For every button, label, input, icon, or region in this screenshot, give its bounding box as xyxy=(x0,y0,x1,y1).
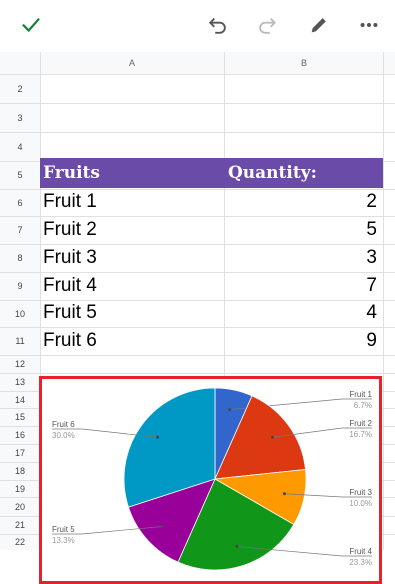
select-all-corner[interactable] xyxy=(0,52,40,74)
slice-label: Fruit 6 xyxy=(52,420,75,429)
leader-dot xyxy=(160,524,164,528)
more-horizontal-icon[interactable] xyxy=(352,8,386,42)
leader-dot xyxy=(156,435,160,439)
cell-a8[interactable]: Fruit 5 xyxy=(40,300,224,326)
row-header-14[interactable]: 14 xyxy=(0,391,40,408)
pencil-icon[interactable] xyxy=(302,8,336,42)
slice-percent-label: 13.3% xyxy=(52,536,75,545)
checkmark-icon[interactable] xyxy=(14,8,48,42)
row-header-13[interactable]: 13 xyxy=(0,373,40,391)
table-header-row: Fruits Quantity: xyxy=(40,158,383,188)
slice-percent-label: 10.0% xyxy=(349,499,372,508)
quantity-header[interactable]: Quantity: xyxy=(228,158,317,188)
row-header-9[interactable]: 9 xyxy=(0,272,40,300)
cell-b5[interactable]: 5 xyxy=(225,216,383,243)
row-header-4[interactable]: 4 xyxy=(0,132,40,161)
grid-line xyxy=(0,74,395,75)
row-header-12[interactable]: 12 xyxy=(0,355,40,373)
slice-label: Fruit 4 xyxy=(349,547,372,556)
grid-line xyxy=(0,103,395,104)
slice-percent-label: 16.7% xyxy=(349,430,372,439)
cell-b9[interactable]: 9 xyxy=(225,327,383,354)
cell-a9[interactable]: Fruit 6 xyxy=(40,327,224,354)
row-header-5[interactable]: 5 xyxy=(0,161,40,189)
row-header-18[interactable]: 18 xyxy=(0,462,40,480)
cell-b7[interactable]: 7 xyxy=(225,272,383,299)
redo-icon[interactable] xyxy=(250,8,284,42)
leader-dot xyxy=(270,435,274,439)
pie-chart-selected[interactable]: Fruit 1 6.7% Fruit 2 16.7% Fruit 3 10.0% Fruit… xyxy=(39,376,382,584)
cell-b8[interactable]: 4 xyxy=(225,300,383,326)
row-header-6[interactable]: 6 xyxy=(0,189,40,216)
cell-a4[interactable]: Fruit 1 xyxy=(40,189,224,215)
row-header-15[interactable]: 15 xyxy=(0,408,40,426)
slice-label: Fruit 2 xyxy=(349,419,372,428)
leader-dot xyxy=(228,408,232,412)
cell-a6[interactable]: Fruit 3 xyxy=(40,244,224,271)
leader-dot xyxy=(235,545,239,549)
undo-icon[interactable] xyxy=(201,8,235,42)
row-header-7[interactable]: 7 xyxy=(0,216,40,244)
cell-a7[interactable]: Fruit 4 xyxy=(40,272,224,299)
cell-a5[interactable]: Fruit 2 xyxy=(40,216,224,243)
column-header-c[interactable] xyxy=(384,52,395,74)
row-header-17[interactable]: 17 xyxy=(0,444,40,462)
row-header-22[interactable]: 22 xyxy=(0,534,40,550)
slice-label: Fruit 3 xyxy=(349,488,372,497)
fruits-header[interactable]: Fruits xyxy=(43,158,100,188)
row-header-2[interactable]: 2 xyxy=(0,75,40,103)
pie-chart: Fruit 1 6.7% Fruit 2 16.7% Fruit 3 10.0% Fruit… xyxy=(52,387,373,571)
row-header-3[interactable]: 3 xyxy=(0,103,40,132)
slice-label: Fruit 1 xyxy=(349,390,372,399)
row-header-19[interactable]: 19 xyxy=(0,480,40,497)
row-header-20[interactable]: 20 xyxy=(0,497,40,516)
row-header-16[interactable]: 16 xyxy=(0,426,40,444)
row-header-8[interactable]: 8 xyxy=(0,244,40,272)
grid-line xyxy=(0,373,395,374)
column-header-a[interactable]: A xyxy=(40,52,224,74)
cell-b6[interactable]: 3 xyxy=(225,244,383,271)
row-header-21[interactable]: 21 xyxy=(0,516,40,534)
cell-b4[interactable]: 2 xyxy=(225,189,383,215)
grid-line xyxy=(0,355,395,356)
grid-line xyxy=(383,52,384,550)
slice-percent-label: 30.0% xyxy=(52,431,75,440)
slice-label: Fruit 5 xyxy=(52,525,75,534)
toolbar xyxy=(0,0,395,52)
row-header-11[interactable]: 11 xyxy=(0,327,40,355)
leader-dot xyxy=(282,492,286,496)
column-header-b[interactable]: B xyxy=(225,52,383,74)
row-header-10[interactable]: 10 xyxy=(0,300,40,327)
grid-line xyxy=(0,132,395,133)
spreadsheet-grid: A B 2 3 4 5 6 7 8 9 10 11 12 13 14 15 16 17 18 19 20 21 22 F… xyxy=(0,52,395,584)
slice-percent-label: 23.3% xyxy=(349,558,372,567)
slice-percent-label: 6.7% xyxy=(354,401,372,410)
